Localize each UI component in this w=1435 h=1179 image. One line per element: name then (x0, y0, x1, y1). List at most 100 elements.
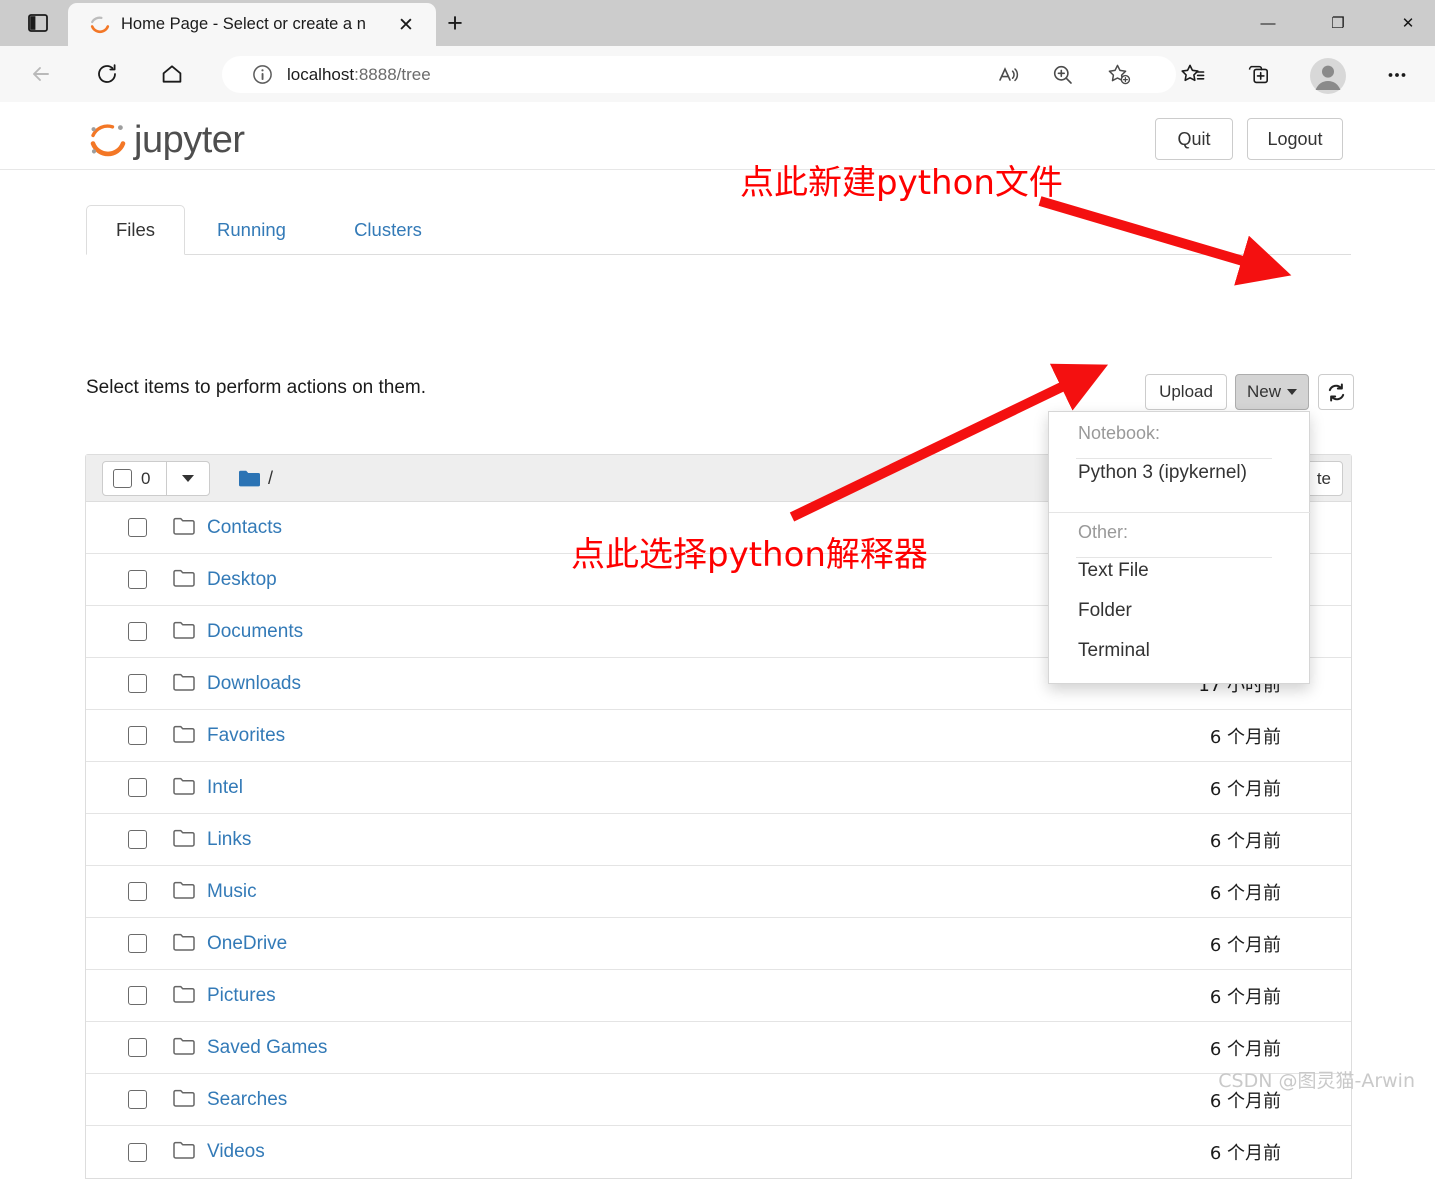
close-icon[interactable]: ✕ (392, 11, 420, 39)
file-modified-date: 6 个月前 (1210, 983, 1281, 1009)
back-arrow-icon[interactable] (21, 54, 61, 94)
file-modified-date: 6 个月前 (1210, 1139, 1281, 1165)
row-checkbox[interactable] (128, 934, 147, 953)
row-checkbox[interactable] (128, 518, 147, 537)
table-row[interactable]: Favorites 6 个月前 (86, 710, 1351, 762)
row-checkbox[interactable] (128, 570, 147, 589)
menu-item-terminal[interactable]: Terminal (1078, 640, 1150, 662)
breadcrumb[interactable]: / (238, 455, 273, 502)
tab-running[interactable]: Running (199, 205, 304, 255)
new-button[interactable]: New (1235, 374, 1309, 410)
select-all-dropdown-button[interactable] (166, 462, 209, 495)
menu-item-python3[interactable]: Python 3 (ipykernel) (1078, 462, 1247, 484)
file-name-link[interactable]: OneDrive (207, 933, 287, 955)
folder-icon (173, 1141, 195, 1163)
file-name-link[interactable]: Contacts (207, 517, 282, 539)
jupyter-header: jupyter Quit Logout (0, 102, 1435, 170)
select-all-checkbox-wrap[interactable]: 0 (103, 462, 166, 495)
menu-section-notebook-label: Notebook: (1078, 423, 1160, 444)
new-button-label: New (1247, 382, 1281, 402)
file-name-link[interactable]: Pictures (207, 985, 276, 1007)
file-name-link[interactable]: Favorites (207, 725, 285, 747)
upload-button[interactable]: Upload (1145, 374, 1227, 410)
folder-icon (173, 881, 195, 903)
refresh-icon (1326, 382, 1347, 403)
table-row[interactable]: Videos 6 个月前 (86, 1126, 1351, 1178)
file-name-link[interactable]: Links (207, 829, 251, 851)
table-row[interactable]: Pictures 6 个月前 (86, 970, 1351, 1022)
row-checkbox[interactable] (128, 1143, 147, 1162)
file-name-link[interactable]: Videos (207, 1141, 265, 1163)
file-modified-date: 6 个月前 (1210, 723, 1281, 749)
browser-tab[interactable]: Home Page - Select or create a n ✕ (68, 3, 436, 46)
row-checkbox[interactable] (128, 1090, 147, 1109)
new-tab-button[interactable]: + (440, 8, 470, 38)
table-row[interactable]: Intel6 个月前 (86, 762, 1351, 814)
file-name-link[interactable]: Searches (207, 1089, 287, 1111)
watermark: CSDN @图灵猫-Arwin (1218, 1066, 1415, 1093)
table-row[interactable]: Music6 个月前 (86, 866, 1351, 918)
browser-tabstrip: Home Page - Select or create a n ✕ + — ❐… (0, 0, 1435, 46)
window-minimize-button[interactable]: — (1237, 0, 1299, 46)
folder-icon (173, 725, 195, 747)
sidebar-icon[interactable] (18, 5, 58, 41)
folder-icon (173, 1141, 195, 1159)
menu-item-folder[interactable]: Folder (1078, 600, 1132, 622)
table-row[interactable]: Links6 个月前 (86, 814, 1351, 866)
menu-item-text-file[interactable]: Text File (1078, 560, 1149, 582)
address-bar[interactable]: localhost:8888/tree (222, 56, 1176, 93)
row-checkbox[interactable] (128, 778, 147, 797)
quit-button[interactable]: Quit (1155, 118, 1233, 160)
logout-button[interactable]: Logout (1247, 118, 1343, 160)
row-checkbox[interactable] (128, 674, 147, 693)
browser-essentials-icon[interactable] (1242, 58, 1276, 92)
chevron-down-icon (182, 475, 194, 482)
table-row[interactable]: Saved Games 6 个月前 (86, 1022, 1351, 1074)
favorites-list-icon[interactable] (1176, 58, 1210, 92)
folder-icon (173, 517, 195, 535)
url-host: localhost (287, 65, 354, 84)
select-items-hint: Select items to perform actions on them. (86, 377, 426, 399)
file-name-link[interactable]: Desktop (207, 569, 277, 591)
select-all-group[interactable]: 0 (102, 461, 210, 496)
jupyter-logo-text: jupyter (134, 118, 245, 162)
table-row[interactable]: OneDrive6 个月前 (86, 918, 1351, 970)
home-icon[interactable] (152, 54, 192, 94)
select-all-checkbox[interactable] (113, 469, 132, 488)
window-maximize-button[interactable]: ❐ (1307, 0, 1369, 46)
tab-files[interactable]: Files (86, 205, 185, 255)
file-name-link[interactable]: Music (207, 881, 257, 903)
more-options-icon[interactable] (1380, 58, 1414, 92)
jupyter-logo[interactable]: jupyter (86, 114, 245, 162)
add-favorite-star-icon[interactable] (1102, 58, 1136, 92)
row-checkbox[interactable] (128, 986, 147, 1005)
window-close-button[interactable]: ✕ (1377, 0, 1435, 46)
reload-icon[interactable] (87, 54, 127, 94)
folder-icon (173, 933, 195, 955)
file-name-link[interactable]: Documents (207, 621, 303, 643)
table-row[interactable]: Searches6 个月前 (86, 1074, 1351, 1126)
tab-clusters[interactable]: Clusters (333, 205, 443, 255)
row-checkbox[interactable] (128, 1038, 147, 1057)
row-checkbox[interactable] (128, 830, 147, 849)
profile-avatar-icon[interactable] (1310, 58, 1346, 94)
folder-icon (173, 569, 195, 587)
info-icon[interactable] (252, 64, 273, 85)
refresh-button[interactable] (1318, 374, 1354, 410)
jupyter-page: jupyter Quit Logout Files Running Cluste… (0, 102, 1435, 1103)
read-aloud-icon[interactable] (992, 58, 1026, 92)
folder-icon (173, 829, 195, 851)
file-modified-date: 6 个月前 (1210, 1035, 1281, 1061)
folder-icon (173, 1089, 195, 1107)
row-checkbox[interactable] (128, 882, 147, 901)
file-name-link[interactable]: Downloads (207, 673, 301, 695)
file-name-link[interactable]: Saved Games (207, 1037, 327, 1059)
row-checkbox[interactable] (128, 726, 147, 745)
file-name-link[interactable]: Intel (207, 777, 243, 799)
row-checkbox[interactable] (128, 622, 147, 641)
zoom-in-icon[interactable] (1046, 58, 1080, 92)
browser-chrome: Home Page - Select or create a n ✕ + — ❐… (0, 0, 1435, 102)
selected-count: 0 (141, 469, 150, 489)
folder-icon (173, 829, 195, 847)
folder-icon (173, 1037, 195, 1059)
